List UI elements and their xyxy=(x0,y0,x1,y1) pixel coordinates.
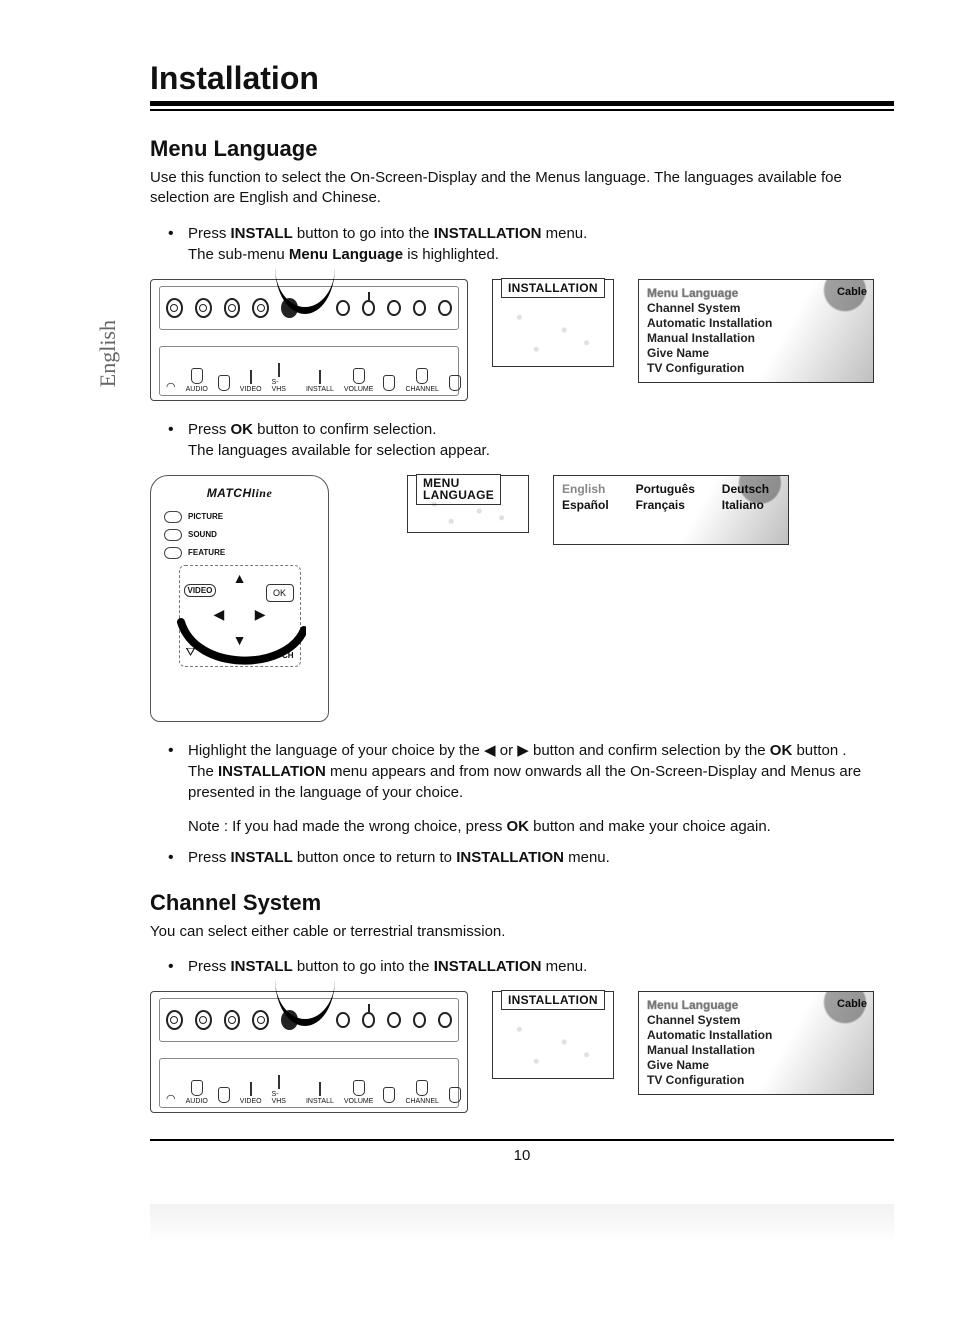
osd-tab-label: INSTALLATION xyxy=(501,278,605,298)
btn-svhs[interactable]: S-VHS xyxy=(272,379,286,393)
remote-picture-button[interactable] xyxy=(164,511,182,523)
btn-video[interactable]: VIDEO xyxy=(240,386,262,393)
tv-front-panel: AUDIO VIDEO S-VHS INSTALL VOLUME CHANNEL xyxy=(150,991,468,1113)
tv-front-panel: AUDIO VIDEO S-VHS INSTALL VOLUME CHANNEL xyxy=(150,279,468,401)
btn-audio[interactable]: AUDIO xyxy=(186,386,208,393)
menu-item[interactable]: Give Name xyxy=(647,1058,867,1073)
menu-item[interactable]: Menu Language xyxy=(647,286,867,301)
step-return: Press INSTALL button once to return to I… xyxy=(150,847,894,868)
btn-install[interactable]: INSTALL xyxy=(306,1098,334,1105)
installation-menu: Cable Menu Language Channel System Autom… xyxy=(638,991,874,1095)
btn-svhs[interactable]: S-VHS xyxy=(272,1091,286,1105)
highlight-swoosh-icon xyxy=(176,612,306,672)
osd-installation: INSTALLATION xyxy=(492,991,614,1079)
right-arrow-icon: ▶ xyxy=(517,742,529,759)
remote-sound-button[interactable] xyxy=(164,529,182,541)
remote-video-button[interactable]: VIDEO xyxy=(184,584,217,597)
lang-option[interactable]: Português xyxy=(636,482,708,496)
step-cs-install: Press INSTALL button to go into the INST… xyxy=(150,956,894,977)
menu-item[interactable]: Give Name xyxy=(647,346,867,361)
remote-feature-button[interactable] xyxy=(164,547,182,559)
lang-option[interactable]: Italiano xyxy=(722,498,782,512)
btn-channel[interactable]: CHANNEL xyxy=(405,386,438,393)
step-press-ok: Press OK button to confirm selection. Th… xyxy=(150,419,894,461)
language-menu: English Português Deutsch Español França… xyxy=(553,475,789,545)
menu-item[interactable]: TV Configuration xyxy=(647,361,867,376)
section-menu-language: Menu Language xyxy=(150,136,894,162)
headphone-icon xyxy=(166,380,176,393)
remote-ok-button[interactable]: OK xyxy=(266,584,294,602)
step-press-install: Press INSTALL button to go into the INST… xyxy=(150,223,894,265)
side-language-tab: English xyxy=(95,320,121,387)
lang-option[interactable]: Deutsch xyxy=(722,482,782,496)
btn-volume[interactable]: VOLUME xyxy=(344,386,374,393)
menu-item[interactable]: Channel System xyxy=(647,1013,867,1028)
menu-language-intro: Use this function to select the On-Scree… xyxy=(150,168,894,209)
menu-item[interactable]: Menu Language xyxy=(647,998,867,1013)
menu-right-value: Cable xyxy=(837,286,867,298)
headphone-icon xyxy=(166,1092,176,1105)
lang-option[interactable]: English xyxy=(562,482,622,496)
lang-option[interactable]: Français xyxy=(636,498,708,512)
menu-item[interactable]: Automatic Installation xyxy=(647,316,867,331)
btn-channel[interactable]: CHANNEL xyxy=(405,1098,438,1105)
btn-video[interactable]: VIDEO xyxy=(240,1098,262,1105)
menu-item[interactable]: Manual Installation xyxy=(647,331,867,346)
osd-tab-label: INSTALLATION xyxy=(501,990,605,1010)
btn-install[interactable]: INSTALL xyxy=(306,386,334,393)
remote-dpad[interactable]: VIDEO OK ▲ ▼ ◀ ▶ ⛛ CH xyxy=(179,565,301,667)
menu-item[interactable]: Manual Installation xyxy=(647,1043,867,1058)
btn-audio[interactable]: AUDIO xyxy=(186,1098,208,1105)
remote-control: MATCHline PICTURE SOUND FEATURE VIDEO OK… xyxy=(150,475,329,722)
osd-menu-language: MENULANGUAGE xyxy=(407,475,529,533)
menu-item[interactable]: Automatic Installation xyxy=(647,1028,867,1043)
btn-volume[interactable]: VOLUME xyxy=(344,1098,374,1105)
menu-right-value: Cable xyxy=(837,998,867,1010)
step-highlight-language: Highlight the language of your choice by… xyxy=(150,740,894,837)
page-title: Installation xyxy=(150,60,894,106)
menu-item[interactable]: Channel System xyxy=(647,301,867,316)
lang-option[interactable]: Español xyxy=(562,498,622,512)
installation-menu: Cable Menu Language Channel System Autom… xyxy=(638,279,874,383)
page-number: 10 xyxy=(150,1139,894,1164)
left-arrow-icon: ◀ xyxy=(484,742,496,759)
section-channel-system: Channel System xyxy=(150,890,894,916)
menu-item[interactable]: TV Configuration xyxy=(647,1073,867,1088)
channel-system-intro: You can select either cable or terrestri… xyxy=(150,922,894,942)
osd-installation: INSTALLATION xyxy=(492,279,614,367)
